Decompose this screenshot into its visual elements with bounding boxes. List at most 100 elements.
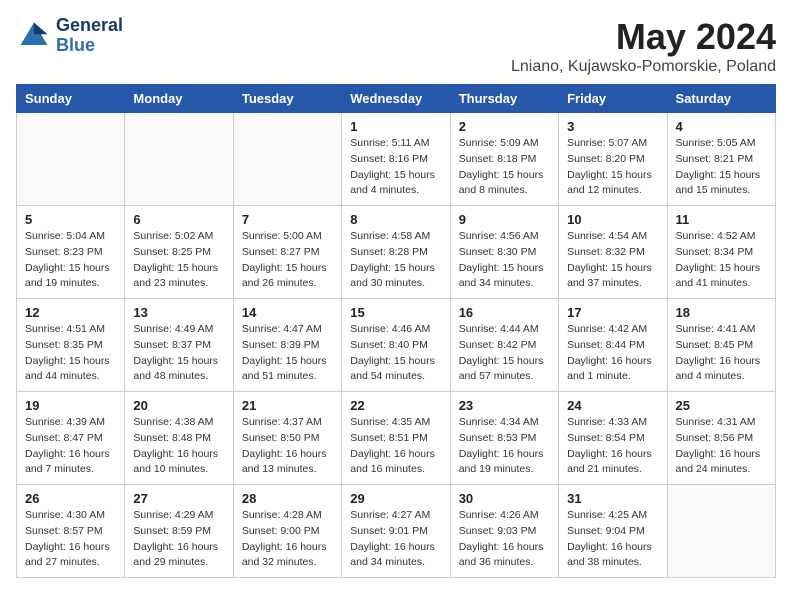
- weekday-header-saturday: Saturday: [667, 85, 775, 113]
- day-number: 7: [242, 212, 333, 227]
- calendar-cell: 27 Sunrise: 4:29 AMSunset: 8:59 PMDayligh…: [125, 485, 233, 578]
- day-number: 11: [676, 212, 767, 227]
- calendar-cell: [667, 485, 775, 578]
- day-number: 12: [25, 305, 116, 320]
- calendar-cell: 6Sunrise: 5:02 AMSunset: 8:25 PMDaylight…: [125, 206, 233, 299]
- day-number: 9: [459, 212, 550, 227]
- calendar-cell: 15Sunrise: 4:46 AMSunset: 8:40 PMDayligh…: [342, 299, 450, 392]
- cell-info: Sunrise: 4:41 AMSunset: 8:45 PMDaylight:…: [676, 322, 767, 385]
- day-number: 19: [25, 398, 116, 413]
- cell-info: Sunrise: 5:11 AMSunset: 8:16 PMDaylight:…: [350, 136, 441, 199]
- cell-info: Sunrise: 5:00 AMSunset: 8:27 PMDaylight:…: [242, 229, 333, 292]
- calendar-cell: 12 Sunrise: 4:51 AMSunset: 8:35 PMDayligh…: [17, 299, 125, 392]
- weekday-header-thursday: Thursday: [450, 85, 558, 113]
- cell-info: Sunrise: 4:51 AMSunset: 8:35 PMDaylight:…: [25, 322, 116, 385]
- page-header: General Blue May 2024 Lniano, Kujawsko-P…: [16, 16, 776, 76]
- logo-text: General Blue: [56, 16, 123, 56]
- cell-info: Sunrise: 4:28 AMSunset: 9:00 PMDaylight:…: [242, 508, 333, 571]
- calendar-cell: 5Sunrise: 5:04 AMSunset: 8:23 PMDaylight…: [17, 206, 125, 299]
- day-number: 25: [676, 398, 767, 413]
- calendar-cell: 26 Sunrise: 4:30 AMSunset: 8:57 PMDayligh…: [17, 485, 125, 578]
- cell-info: Sunrise: 4:47 AMSunset: 8:39 PMDaylight:…: [242, 322, 333, 385]
- logo: General Blue: [16, 16, 123, 56]
- calendar-cell: 19Sunrise: 4:39 AMSunset: 8:47 PMDayligh…: [17, 392, 125, 485]
- calendar-table: SundayMondayTuesdayWednesdayThursdayFrid…: [16, 84, 776, 578]
- calendar-cell: 8Sunrise: 4:58 AMSunset: 8:28 PMDaylight…: [342, 206, 450, 299]
- cell-info: Sunrise: 4:42 AMSunset: 8:44 PMDaylight:…: [567, 322, 658, 385]
- weekday-header-sunday: Sunday: [17, 85, 125, 113]
- cell-info: Sunrise: 4:52 AMSunset: 8:34 PMDaylight:…: [676, 229, 767, 292]
- cell-info: Sunrise: 4:27 AMSunset: 9:01 PMDaylight:…: [350, 508, 441, 571]
- calendar-cell: 7 Sunrise: 5:00 AMSunset: 8:27 PMDaylight…: [233, 206, 341, 299]
- cell-info: Sunrise: 4:38 AMSunset: 8:48 PMDaylight:…: [133, 415, 224, 478]
- day-number: 16: [459, 305, 550, 320]
- calendar-cell: 21 Sunrise: 4:37 AMSunset: 8:50 PMDayligh…: [233, 392, 341, 485]
- weekday-header-tuesday: Tuesday: [233, 85, 341, 113]
- calendar-cell: 16 Sunrise: 4:44 AMSunset: 8:42 PMDayligh…: [450, 299, 558, 392]
- weekday-header-row: SundayMondayTuesdayWednesdayThursdayFrid…: [17, 85, 776, 113]
- location: Lniano, Kujawsko-Pomorskie, Poland: [511, 58, 776, 76]
- day-number: 31: [567, 491, 658, 506]
- calendar-cell: 18 Sunrise: 4:41 AMSunset: 8:45 PMDayligh…: [667, 299, 775, 392]
- cell-info: Sunrise: 5:04 AMSunset: 8:23 PMDaylight:…: [25, 229, 116, 292]
- cell-info: Sunrise: 4:26 AMSunset: 9:03 PMDaylight:…: [459, 508, 550, 571]
- weekday-header-wednesday: Wednesday: [342, 85, 450, 113]
- month-title: May 2024: [511, 16, 776, 58]
- calendar-cell: [125, 113, 233, 206]
- cell-info: Sunrise: 4:31 AMSunset: 8:56 PMDaylight:…: [676, 415, 767, 478]
- cell-info: Sunrise: 5:05 AMSunset: 8:21 PMDaylight:…: [676, 136, 767, 199]
- cell-info: Sunrise: 4:25 AMSunset: 9:04 PMDaylight:…: [567, 508, 658, 571]
- cell-info: Sunrise: 4:33 AMSunset: 8:54 PMDaylight:…: [567, 415, 658, 478]
- day-number: 26: [25, 491, 116, 506]
- logo-icon: [16, 18, 52, 54]
- cell-info: Sunrise: 4:29 AMSunset: 8:59 PMDaylight:…: [133, 508, 224, 571]
- day-number: 30: [459, 491, 550, 506]
- day-number: 1: [350, 119, 441, 134]
- weekday-header-friday: Friday: [559, 85, 667, 113]
- day-number: 27: [133, 491, 224, 506]
- cell-info: Sunrise: 5:07 AMSunset: 8:20 PMDaylight:…: [567, 136, 658, 199]
- calendar-cell: 2Sunrise: 5:09 AMSunset: 8:18 PMDaylight…: [450, 113, 558, 206]
- day-number: 18: [676, 305, 767, 320]
- cell-info: Sunrise: 4:54 AMSunset: 8:32 PMDaylight:…: [567, 229, 658, 292]
- cell-info: Sunrise: 5:09 AMSunset: 8:18 PMDaylight:…: [459, 136, 550, 199]
- cell-info: Sunrise: 4:35 AMSunset: 8:51 PMDaylight:…: [350, 415, 441, 478]
- cell-info: Sunrise: 4:34 AMSunset: 8:53 PMDaylight:…: [459, 415, 550, 478]
- calendar-week-1: 1 Sunrise: 5:11 AMSunset: 8:16 PMDaylight…: [17, 113, 776, 206]
- day-number: 24: [567, 398, 658, 413]
- weekday-header-monday: Monday: [125, 85, 233, 113]
- day-number: 29: [350, 491, 441, 506]
- calendar-cell: [17, 113, 125, 206]
- day-number: 28: [242, 491, 333, 506]
- calendar-cell: 29 Sunrise: 4:27 AMSunset: 9:01 PMDayligh…: [342, 485, 450, 578]
- cell-info: Sunrise: 4:56 AMSunset: 8:30 PMDaylight:…: [459, 229, 550, 292]
- calendar-week-4: 19Sunrise: 4:39 AMSunset: 8:47 PMDayligh…: [17, 392, 776, 485]
- calendar-cell: [233, 113, 341, 206]
- calendar-cell: 30 Sunrise: 4:26 AMSunset: 9:03 PMDayligh…: [450, 485, 558, 578]
- calendar-cell: 28 Sunrise: 4:28 AMSunset: 9:00 PMDayligh…: [233, 485, 341, 578]
- title-area: May 2024 Lniano, Kujawsko-Pomorskie, Pol…: [511, 16, 776, 76]
- day-number: 22: [350, 398, 441, 413]
- cell-info: Sunrise: 4:58 AMSunset: 8:28 PMDaylight:…: [350, 229, 441, 292]
- day-number: 21: [242, 398, 333, 413]
- calendar-cell: 24 Sunrise: 4:33 AMSunset: 8:54 PMDayligh…: [559, 392, 667, 485]
- calendar-cell: 31 Sunrise: 4:25 AMSunset: 9:04 PMDayligh…: [559, 485, 667, 578]
- calendar-cell: 20 Sunrise: 4:38 AMSunset: 8:48 PMDayligh…: [125, 392, 233, 485]
- day-number: 17: [567, 305, 658, 320]
- day-number: 20: [133, 398, 224, 413]
- cell-info: Sunrise: 4:30 AMSunset: 8:57 PMDaylight:…: [25, 508, 116, 571]
- calendar-cell: 10 Sunrise: 4:54 AMSunset: 8:32 PMDayligh…: [559, 206, 667, 299]
- calendar-week-3: 12 Sunrise: 4:51 AMSunset: 8:35 PMDayligh…: [17, 299, 776, 392]
- calendar-cell: 13Sunrise: 4:49 AMSunset: 8:37 PMDayligh…: [125, 299, 233, 392]
- day-number: 10: [567, 212, 658, 227]
- cell-info: Sunrise: 4:37 AMSunset: 8:50 PMDaylight:…: [242, 415, 333, 478]
- calendar-cell: 22 Sunrise: 4:35 AMSunset: 8:51 PMDayligh…: [342, 392, 450, 485]
- calendar-cell: 14Sunrise: 4:47 AMSunset: 8:39 PMDayligh…: [233, 299, 341, 392]
- day-number: 6: [133, 212, 224, 227]
- calendar-cell: 23Sunrise: 4:34 AMSunset: 8:53 PMDayligh…: [450, 392, 558, 485]
- calendar-cell: 25 Sunrise: 4:31 AMSunset: 8:56 PMDayligh…: [667, 392, 775, 485]
- day-number: 4: [676, 119, 767, 134]
- cell-info: Sunrise: 4:44 AMSunset: 8:42 PMDaylight:…: [459, 322, 550, 385]
- calendar-week-2: 5Sunrise: 5:04 AMSunset: 8:23 PMDaylight…: [17, 206, 776, 299]
- calendar-cell: 1 Sunrise: 5:11 AMSunset: 8:16 PMDaylight…: [342, 113, 450, 206]
